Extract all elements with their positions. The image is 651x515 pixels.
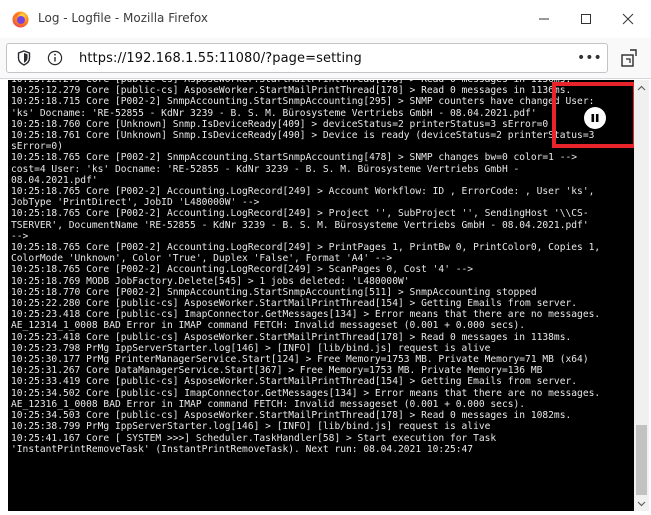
close-icon — [622, 13, 634, 25]
log-line: 10:25:18.765 Core [P002-2] Accounting.Lo… — [11, 264, 474, 276]
chevron-down-icon — [637, 501, 646, 506]
firefox-logo-icon — [12, 11, 29, 28]
log-line: 10:25:31.267 Core DataManagerService.Sta… — [11, 365, 543, 377]
log-line: --> — [11, 230, 29, 242]
log-line: 10:25:22.280 Core [public-cs] AsposeWork… — [11, 298, 578, 310]
maximize-button[interactable] — [566, 5, 606, 33]
log-line: 'ks' Docname: 'RE-52855 - KdNr 3239 - B.… — [11, 107, 537, 119]
window-title: Log - Logfile - Mozilla Firefox — [38, 11, 208, 25]
log-line: 10:25:18.769 MODB JobFactory.Delete[545]… — [11, 275, 410, 287]
log-line: AE_12316_1_0008 BAD Error in IMAP comman… — [11, 398, 526, 410]
window-titlebar: Log - Logfile - Mozilla Firefox — [0, 0, 651, 38]
scroll-down-button[interactable] — [634, 496, 649, 511]
log-line: 10:25:23.418 Core [public-cs] ImapConnec… — [11, 309, 601, 321]
log-line: 10:25:18.761 Core [Unknown] Snmp.IsDevic… — [11, 130, 595, 142]
log-line: cost=4 User: 'ks' Docname: 'RE-52855 - K… — [11, 163, 520, 175]
log-line: TSERVER', DocumentName 'RE-52855 - KdNr … — [11, 219, 589, 231]
highlight-annotation — [552, 82, 637, 148]
log-line: 10:25:34.503 Core [public-cs] AsposeWork… — [11, 410, 572, 422]
log-line: 08.04.2021.pdf' — [11, 174, 98, 186]
log-scrollbar[interactable] — [634, 80, 649, 511]
log-line: 10:25:38.799 PrMg IppServerStarter.log[1… — [11, 421, 491, 433]
log-line: 10:25:30.177 PrMg PrinterManagerService.… — [11, 354, 589, 366]
navigation-bar: https://192.168.1.55:11080/?page=setting… — [0, 38, 651, 79]
log-line: 10:25:12.279 Core [public-cs] AsposeWork… — [11, 85, 572, 97]
url-text[interactable]: https://192.168.1.55:11080/?page=setting — [79, 51, 362, 66]
log-line: 10:25:33.419 Core [public-cs] AsposeWork… — [11, 376, 578, 388]
log-line: JobType 'PrintDirect', JobID 'L480000W' … — [11, 197, 260, 209]
log-console[interactable]: 10:25:12.279 Core [public-cs] AsposeWork… — [8, 80, 634, 511]
minimize-button[interactable] — [524, 5, 564, 33]
maximize-icon — [581, 14, 591, 24]
extensions-icon[interactable] — [618, 46, 642, 70]
log-line: 10:25:18.760 Core [Unknown] Snmp.IsDevic… — [11, 118, 549, 130]
log-line: 10:25:18.770 Core [P002-2] SnmpAccountin… — [11, 286, 537, 298]
tracking-protection-shield-icon[interactable] — [17, 50, 31, 66]
chevron-up-icon — [637, 85, 646, 90]
minimize-icon — [539, 18, 549, 20]
log-line: sError=0) — [11, 141, 63, 153]
log-line: 10:25:34.502 Core [public-cs] ImapConnec… — [11, 387, 601, 399]
log-line: 10:25:18.765 Core [P002-2] Accounting.Lo… — [11, 242, 601, 254]
site-info-icon[interactable] — [47, 50, 63, 66]
page-actions-menu-icon[interactable]: ••• — [577, 50, 602, 66]
scrollbar-thumb[interactable] — [636, 425, 647, 495]
log-line: 10:25:41.167 Core [ SYSTEM >>>] Schedule… — [11, 432, 497, 444]
address-bar[interactable]: https://192.168.1.55:11080/?page=setting… — [6, 43, 608, 73]
log-line: 10:25:18.765 Core [P002-2] SnmpAccountin… — [11, 152, 578, 164]
log-line: ColorMode 'Unknown', Color 'True', Duple… — [11, 253, 393, 265]
log-line: 10:25:18.765 Core [P002-2] Accounting.Lo… — [11, 208, 589, 220]
scroll-up-button[interactable] — [634, 80, 649, 95]
log-line: 10:25:18.765 Core [P002-2] Accounting.Lo… — [11, 186, 595, 198]
log-line: 10:25:23.798 PrMg IppServerStarter.log[1… — [11, 342, 491, 354]
log-line: 'InstantPrintRemoveTask' (InstantPrintRe… — [11, 443, 474, 455]
log-line: AE_12314_1_0008 BAD Error in IMAP comman… — [11, 320, 526, 332]
log-lines: 10:25:12.279 Core [public-cs] AsposeWork… — [11, 80, 634, 455]
log-line: 10:25:23.418 Core [public-cs] AsposeWork… — [11, 331, 572, 343]
close-window-button[interactable] — [608, 5, 648, 33]
log-line: 10:25:18.715 Core [P002-2] SnmpAccountin… — [11, 96, 595, 108]
